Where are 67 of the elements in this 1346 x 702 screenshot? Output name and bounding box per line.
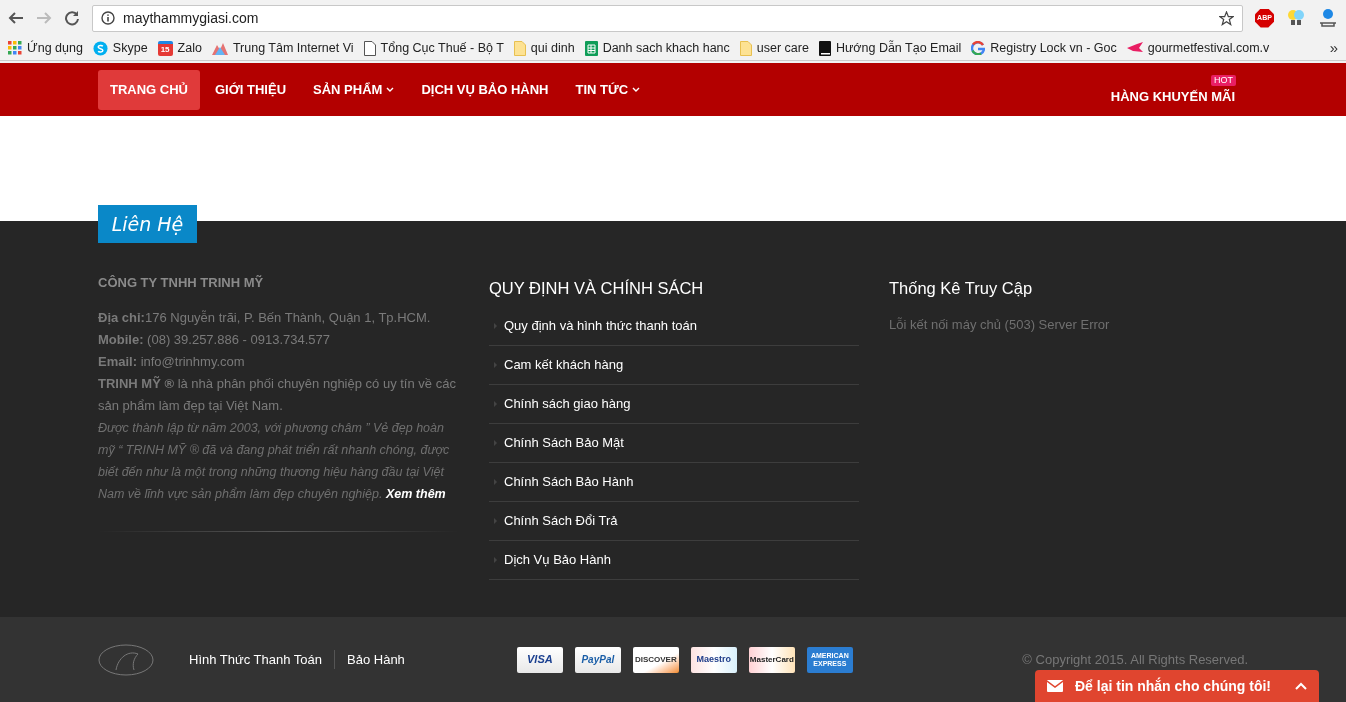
intro-paragraph: Được thành lập từ năm 2003, với phương châm ” Vẻ đẹp hoàn mỹ “ TRINH MỸ ® đã và đang phát triển rất nhanh chóng, được biết đến như là một trong những thương hiệu hàng đầu tại Việt Nam về lĩnh vực sản phẩm làm đẹp chuyên nghiệp. Xem thêm — [98, 419, 451, 503]
nav-link[interactable]: TRANG CHỦ — [98, 69, 200, 110]
footer-link[interactable]: Hình Thức Thanh Toán — [189, 649, 334, 670]
payment-card-logo: MasterCard — [748, 646, 795, 673]
skype-icon — [92, 40, 108, 56]
info-icon — [101, 11, 115, 25]
bookmark-item[interactable]: Ứng dụng — [8, 38, 83, 58]
folder-icon — [739, 40, 752, 56]
section-heading: Thống Kê Truy Cập — [889, 278, 1034, 299]
footer-link[interactable]: Bảo Hành — [334, 649, 417, 670]
bookmark-item[interactable]: user care — [739, 38, 809, 58]
bookmark-item[interactable]: Registry Lock vn - Goc — [971, 38, 1117, 58]
star-icon[interactable] — [1219, 10, 1234, 26]
bookmark-item[interactable]: Danh sach khach hanc — [584, 38, 730, 58]
bookmark-item[interactable]: Trung Tâm Internet Vi — [211, 38, 354, 58]
count-badge: 15 — [157, 40, 173, 56]
address-bar[interactable]: maythammygiasi.com — [92, 4, 1243, 32]
payment-card-logo: Maestro — [690, 646, 737, 673]
contact-text: Mobile: (08) 39.257.886 - 0913.734.577 — [98, 330, 331, 349]
bookmark-item[interactable]: 15 Zalo — [157, 38, 202, 58]
section-heading: QUY ĐỊNH VÀ CHÍNH SÁCH — [489, 278, 705, 299]
reload-icon[interactable] — [64, 10, 80, 26]
nav-link[interactable]: GIỚI THIỆU — [203, 69, 299, 110]
contact-text: Địa chỉ:176 Nguyễn trãi, P. Bến Thành, Quận 1, Tp.HCM. — [98, 308, 432, 327]
copyright-text: © Copyright 2015. All Rights Reserved. — [1022, 650, 1248, 669]
bookmark-item[interactable]: Tổng Cục Thuế - Bộ T — [363, 38, 504, 58]
bookmark-item[interactable]: qui dinh — [513, 38, 575, 58]
policy-link[interactable]: Chính sách giao hàng — [489, 384, 859, 424]
lightbulb-icon[interactable] — [1286, 8, 1306, 28]
read-more-link[interactable]: Xem thêm — [385, 486, 446, 501]
policy-link[interactable]: Chính Sách Bảo Hành — [489, 462, 859, 502]
policy-link[interactable]: Cam kết khách hàng — [489, 345, 859, 385]
payment-card-logo: VISA — [516, 646, 563, 673]
envelope-icon — [1047, 680, 1063, 692]
nav-link[interactable]: SẢN PHẨM — [301, 69, 407, 110]
folder-icon — [513, 40, 526, 56]
more-bookmarks-button[interactable]: » — [1329, 36, 1338, 60]
book-icon — [818, 40, 831, 56]
woman-silhouette-logo — [98, 643, 154, 676]
google-g-icon — [971, 41, 986, 55]
chat-button[interactable]: Để lại tin nhắn cho chúng tôi! — [1035, 670, 1319, 702]
spreadsheet-icon — [584, 40, 598, 56]
nav-link[interactable]: TIN TỨC — [563, 69, 653, 110]
bookmark-item[interactable]: gourmetfestival.com.v — [1126, 38, 1270, 58]
bookmark-item[interactable]: Hướng Dẫn Tạo Email — [818, 38, 962, 58]
hot-badge: HOT — [1211, 74, 1236, 86]
policy-link[interactable]: Chính Sách Bảo Mật — [489, 423, 859, 463]
page-icon — [363, 40, 376, 56]
promo-link[interactable]: HÀNG KHUYẾN MÃI — [1110, 88, 1235, 105]
payment-card-logo: DISCOVER — [632, 646, 679, 673]
company-name: CÔNG TY TNHH TRINH MỸ — [98, 274, 265, 292]
image-icon — [211, 41, 228, 55]
contact-text: TRINH MỸ ® là nhà phân phối chuyên nghiệp có uy tín về các sản phẩm làm đẹp tại Việt Nam. — [98, 374, 457, 415]
bird-logo-icon — [1126, 42, 1143, 54]
policy-link[interactable]: Dịch Vụ Bảo Hành — [489, 540, 859, 580]
error-message: Lỗi kết nối máy chủ (503) Server Error — [889, 315, 1111, 334]
apps-grid-icon — [8, 41, 22, 55]
policy-link[interactable]: Chính Sách Đổi Trả — [489, 501, 859, 541]
back-icon[interactable] — [8, 10, 24, 26]
nav-link[interactable]: DỊCH VỤ BẢO HÀNH — [409, 69, 561, 110]
chevron-up-icon — [1295, 682, 1307, 690]
policy-link[interactable]: Quy định và hình thức thanh toán — [489, 306, 859, 346]
contact-text: Email: info@trinhmy.com — [98, 352, 246, 371]
extension-icon[interactable] — [1318, 8, 1338, 28]
payment-card-logo: PayPal — [574, 646, 621, 673]
bookmark-item[interactable]: Skype — [92, 38, 148, 58]
url-text: maythammygiasi.com — [123, 8, 260, 28]
